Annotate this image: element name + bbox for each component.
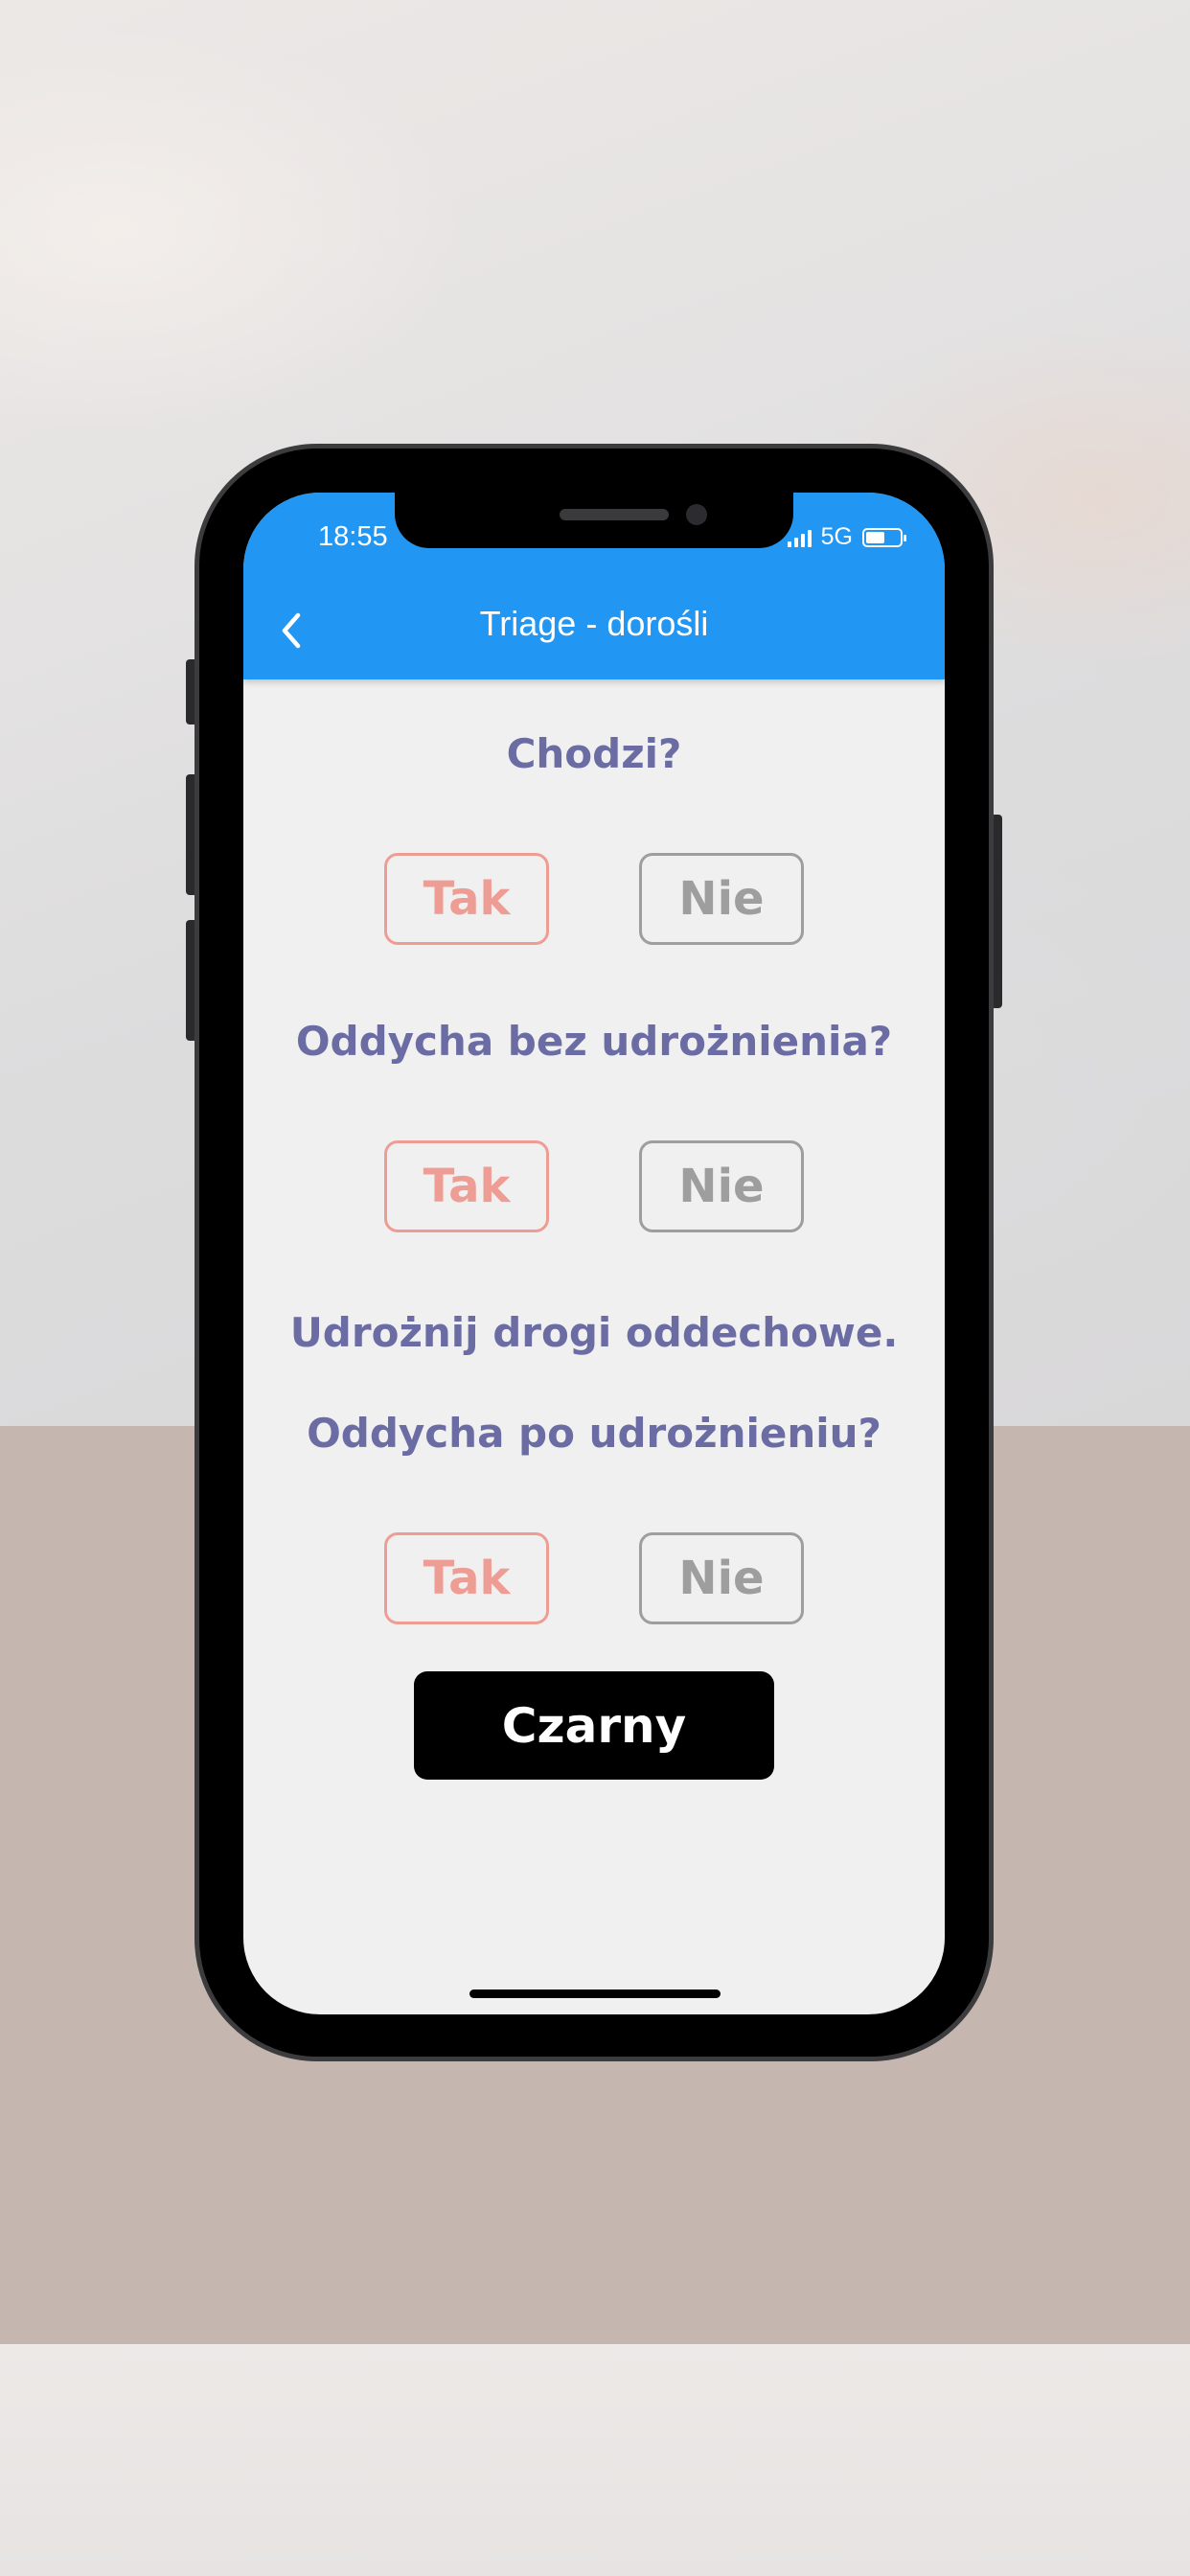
speaker-grille <box>560 509 669 520</box>
airway-instruction: Udrożnij drogi oddechowe. <box>289 1309 899 1356</box>
front-camera <box>686 504 707 525</box>
question-walking: Chodzi? <box>506 730 682 777</box>
result-category-button[interactable]: Czarny <box>414 1671 774 1780</box>
phone-notch <box>395 493 793 548</box>
yes-button-breathing[interactable]: Tak <box>384 1140 549 1232</box>
background-marble-bottom <box>0 2344 1190 2576</box>
status-indicators: 5G <box>787 523 906 551</box>
no-button-after-airway[interactable]: Nie <box>639 1532 804 1624</box>
yes-button-after-airway[interactable]: Tak <box>384 1532 549 1624</box>
network-type: 5G <box>820 523 853 550</box>
signal-icon <box>787 528 812 547</box>
no-button-breathing[interactable]: Nie <box>639 1140 804 1232</box>
page-title: Triage - dorośli <box>479 604 709 643</box>
home-indicator[interactable] <box>469 1990 721 1998</box>
question-breathing: Oddycha bez udrożnienia? <box>295 1018 893 1065</box>
no-button-walking[interactable]: Nie <box>639 853 804 945</box>
yes-button-walking[interactable]: Tak <box>384 853 549 945</box>
phone-screen: 18:55 5G Triage - dorośli Chodzi? Tak Ni… <box>243 493 945 2014</box>
battery-icon <box>862 527 906 547</box>
status-time: 18:55 <box>318 521 388 552</box>
question-breathing-after-airway: Oddycha po udrożnieniu? <box>307 1410 881 1457</box>
